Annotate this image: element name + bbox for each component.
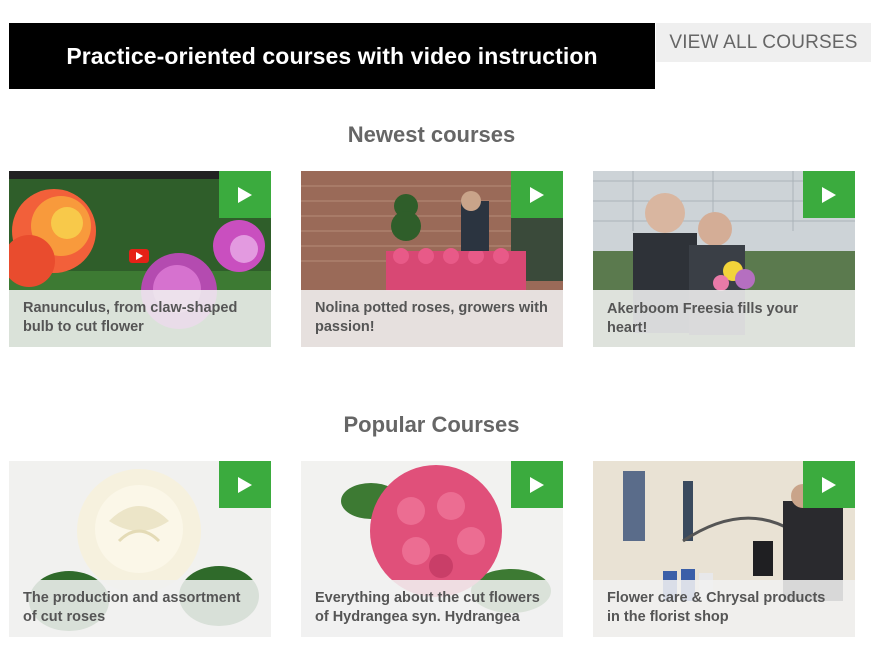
page-header-banner: Practice-oriented courses with video ins… — [9, 23, 655, 89]
play-button[interactable] — [511, 461, 563, 508]
play-button[interactable] — [803, 461, 855, 508]
course-card-hydrangea[interactable]: Everything about the cut flowers of Hydr… — [301, 461, 563, 637]
play-button[interactable] — [219, 461, 271, 508]
play-icon — [238, 186, 252, 203]
course-title: Ranunculus, from claw-shaped bulb to cut… — [9, 290, 271, 347]
course-title: Flower care & Chrysal products in the fl… — [593, 580, 855, 637]
course-card-flower-care[interactable]: Flower care & Chrysal products in the fl… — [593, 461, 855, 637]
play-button[interactable] — [803, 171, 855, 218]
course-title: Everything about the cut flowers of Hydr… — [301, 580, 563, 637]
play-button[interactable] — [219, 171, 271, 218]
section-title-popular: Popular Courses — [343, 412, 520, 437]
course-title: Akerboom Freesia fills your heart! — [593, 290, 855, 347]
play-button[interactable] — [511, 171, 563, 218]
course-card-roses[interactable]: The production and assortment of cut ros… — [9, 461, 271, 637]
page-title: Practice-oriented courses with video ins… — [66, 42, 598, 69]
play-icon — [530, 476, 544, 493]
course-card-nolina[interactable]: Nolina potted roses, growers with passio… — [301, 171, 563, 347]
course-card-ranunculus[interactable]: Ranunculus, from claw-shaped bulb to cut… — [9, 171, 271, 347]
course-title: The production and assortment of cut ros… — [9, 580, 271, 637]
view-all-courses-button[interactable]: VIEW ALL COURSES — [656, 23, 871, 62]
section-title-newest: Newest courses — [347, 122, 516, 147]
play-icon — [530, 186, 544, 203]
course-card-freesia[interactable]: Akerboom Freesia fills your heart! — [593, 171, 855, 347]
course-title: Nolina potted roses, growers with passio… — [301, 290, 563, 347]
play-icon — [238, 476, 252, 493]
play-icon — [822, 476, 836, 493]
play-icon — [822, 186, 836, 203]
